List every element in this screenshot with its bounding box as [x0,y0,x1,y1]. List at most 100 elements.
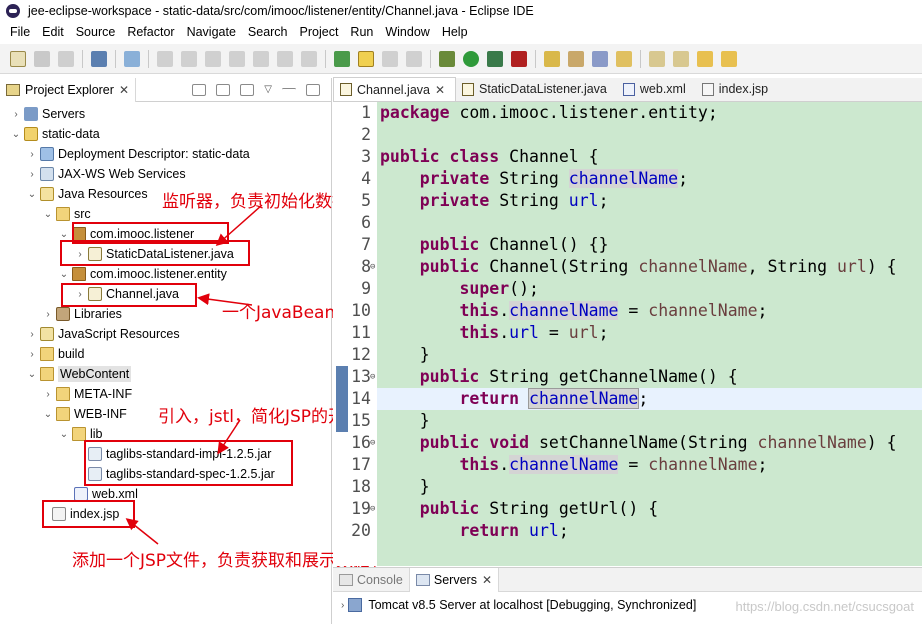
link-with-editor-icon[interactable] [216,83,231,96]
window-title: jee-eclipse-workspace - static-data/src/… [28,4,534,18]
forward-icon[interactable] [721,50,737,67]
collapse-all-icon[interactable] [192,83,207,96]
parameter-name: url [837,257,867,276]
tab-console[interactable]: Console [333,568,409,592]
keyword: super [459,279,510,298]
code-text: . [499,455,510,474]
tree-item-build[interactable]: › build [26,344,84,364]
tree-item-java-resources[interactable]: ⌄ Java Resources [26,184,148,204]
run-on-server-icon[interactable] [334,50,350,67]
chevron-down-icon[interactable]: ⌄ [42,209,54,220]
chevron-right-icon[interactable]: › [10,109,22,120]
tree-item-javascript-resources[interactable]: › JavaScript Resources [26,324,180,344]
new-icon[interactable] [10,50,26,67]
source-folder-icon [56,207,70,221]
resume-icon[interactable] [157,50,173,67]
code-area[interactable]: 1 2 3 4 5 6 7 8 9 10 11 12 13 14 15 16 1… [333,102,922,566]
tree-item-package-entity[interactable]: ⌄ com.imooc.listener.entity [58,264,227,284]
mark-occurrences-icon[interactable] [358,50,374,67]
chevron-right-icon[interactable]: › [26,329,38,340]
fold-toggle-icon[interactable]: ⊖ [370,498,378,520]
previous-annotation-icon[interactable] [673,50,689,67]
tab-channel-java[interactable]: Channel.java ✕ [333,77,457,101]
chevron-right-icon[interactable]: › [42,309,54,320]
show-whitespace-icon[interactable] [406,50,422,67]
fold-toggle-icon[interactable]: ⊖ [370,256,378,278]
menu-edit[interactable]: Edit [42,25,64,39]
next-annotation-icon[interactable] [649,50,665,67]
chevron-right-icon[interactable]: › [26,169,38,180]
menu-refactor[interactable]: Refactor [127,25,174,39]
tab-index-jsp[interactable]: index.jsp [696,77,778,101]
external-tools-icon[interactable] [511,50,527,67]
search-icon[interactable] [592,50,608,67]
fold-toggle-icon[interactable]: ⊖ [370,432,378,454]
open-type-icon[interactable] [544,50,560,67]
chevron-down-icon[interactable]: ⌄ [42,409,54,420]
chevron-down-icon[interactable]: ⌄ [26,369,38,380]
tree-item-webcontent[interactable]: ⌄ WebContent [26,364,132,384]
fold-toggle-icon[interactable]: ⊖ [370,366,378,388]
debug-icon[interactable] [439,50,455,67]
menu-window[interactable]: Window [385,25,429,39]
tree-item-web-inf[interactable]: ⌄ WEB-INF [42,404,127,424]
pen-icon[interactable] [616,50,632,67]
close-icon[interactable]: ✕ [482,573,492,587]
tree-item-jaxws[interactable]: › JAX-WS Web Services [26,164,186,184]
chevron-down-icon[interactable]: ⌄ [58,269,70,280]
bottom-panel: Console Servers ✕ › Tomcat v8.5 Server a… [333,567,922,624]
tree-item-deployment-descriptor[interactable]: › Deployment Descriptor: static-data [26,144,250,164]
code-text: } [419,411,430,430]
coverage-icon[interactable] [487,50,503,67]
chevron-down-icon[interactable]: ⌄ [10,129,22,140]
disconnect-icon[interactable] [229,50,245,67]
tree-item-src[interactable]: ⌄ src [42,204,91,224]
menu-run[interactable]: Run [350,25,373,39]
block-selection-icon[interactable] [382,50,398,67]
save-all-icon[interactable] [58,50,74,67]
code-line: private String url; [380,190,609,212]
tab-servers[interactable]: Servers ✕ [408,567,500,592]
minimize-icon[interactable] [282,88,296,91]
terminate-icon[interactable] [205,50,221,67]
close-icon[interactable]: ✕ [435,83,445,97]
menu-help[interactable]: Help [442,25,468,39]
filters-icon[interactable] [240,83,255,96]
console-icon[interactable] [91,50,107,67]
back-icon[interactable] [697,50,713,67]
tab-staticdatalistener-java[interactable]: StaticDataListener.java [456,77,617,101]
step-over-icon[interactable] [277,50,293,67]
menu-source[interactable]: Source [76,25,116,39]
parameter-name: channelName [638,257,748,276]
step-into-icon[interactable] [253,50,269,67]
step-return-icon[interactable] [301,50,317,67]
tab-project-explorer[interactable]: Project Explorer ✕ [0,77,136,102]
chevron-down-icon[interactable]: ⌄ [58,229,70,240]
menu-search[interactable]: Search [248,25,288,39]
save-icon[interactable] [34,50,50,67]
tree-item-servers[interactable]: › Servers [10,104,85,124]
chevron-right-icon[interactable]: › [341,600,344,611]
tree-item-static-data[interactable]: ⌄ static-data [10,124,100,144]
menu-navigate[interactable]: Navigate [187,25,236,39]
close-icon[interactable]: ✕ [119,83,129,97]
line-number: 11 [351,323,371,342]
view-menu-icon[interactable]: ▽ [264,84,272,95]
chevron-right-icon[interactable]: › [26,149,38,160]
menu-file[interactable]: File [10,25,30,39]
chevron-right-icon[interactable]: › [42,389,54,400]
chevron-right-icon[interactable]: › [26,349,38,360]
open-task-icon[interactable] [568,50,584,67]
line-number: 10 [351,301,371,320]
tree-item-libraries[interactable]: › Libraries [42,304,122,324]
parameter-name: url [568,323,599,342]
chevron-down-icon[interactable]: ⌄ [26,189,38,200]
chevron-down-icon[interactable]: ⌄ [58,429,70,440]
tab-web-xml[interactable]: web.xml [617,77,696,101]
maximize-icon[interactable] [306,83,320,96]
suspend-icon[interactable] [181,50,197,67]
tree-item-meta-inf[interactable]: › META-INF [42,384,132,404]
skip-breakpoints-icon[interactable] [124,50,140,67]
run-icon[interactable] [463,50,479,67]
menu-project[interactable]: Project [300,25,339,39]
